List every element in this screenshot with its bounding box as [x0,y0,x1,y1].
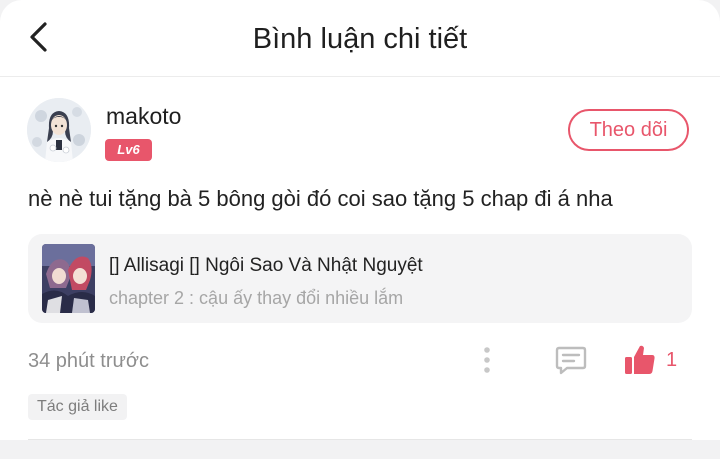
manga-cover [42,244,95,313]
comment-icon [555,346,587,375]
manga-title: [] Allisagi [] Ngôi Sao Và Nhật Nguyệt [109,255,423,276]
author-like-tag: Tác giả like [28,394,127,420]
user-avatar-icon [27,98,91,162]
thumbs-up-icon [625,345,655,374]
comment-timestamp: 34 phút trước [28,350,150,372]
level-badge: Lv6 [105,139,152,161]
like-button[interactable]: 1 [622,340,684,380]
divider [28,439,692,440]
more-options-button[interactable] [476,344,498,376]
comment-detail-screen: Bình luận chi tiết makoto Lv6 Theo dõi n… [0,0,720,440]
manga-chapter: chapter 2 : cậu ấy thay đổi nhiều lắm [109,288,404,308]
like-count: 1 [666,349,678,371]
manga-cover-icon [42,244,95,313]
header-bar: Bình luận chi tiết [0,0,720,77]
manga-card[interactable]: [] Allisagi [] Ngôi Sao Và Nhật Nguyệt c… [28,234,692,323]
avatar[interactable] [27,98,91,162]
follow-button[interactable]: Theo dõi [568,109,689,151]
more-vertical-icon [484,347,490,373]
reply-button[interactable] [554,343,588,377]
comment-text: nè nè tui tặng bà 5 bông gòi đó coi sao … [28,186,613,211]
page-title: Bình luận chi tiết [252,23,468,55]
username[interactable]: makoto [106,101,181,131]
